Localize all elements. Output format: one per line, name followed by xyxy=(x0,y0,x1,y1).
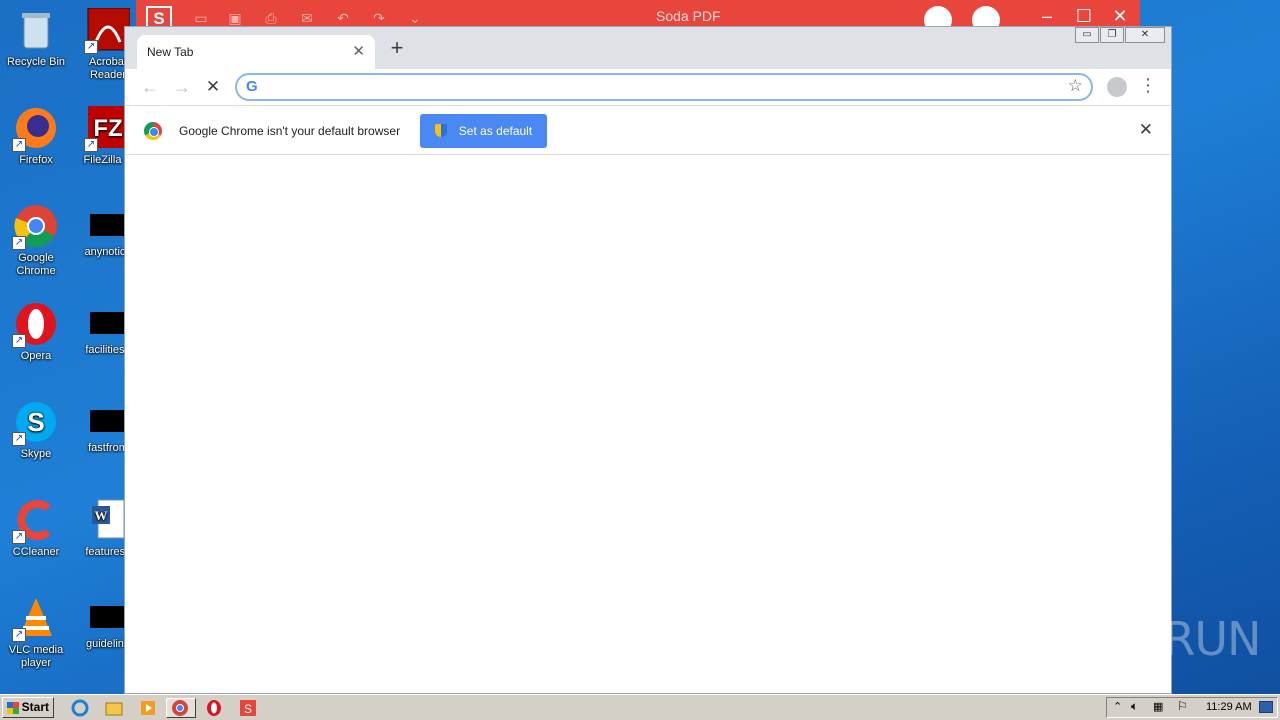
redacted-file-icon xyxy=(90,606,126,628)
taskbar-opera-icon[interactable] xyxy=(202,698,226,718)
svg-text:W: W xyxy=(95,508,108,523)
svg-text:S: S xyxy=(244,702,252,716)
tab-close-icon[interactable]: ✕ xyxy=(352,42,365,60)
save-icon[interactable]: ▣ xyxy=(226,10,244,26)
undo-icon[interactable]: ↶ xyxy=(334,10,352,26)
infobar-close-icon[interactable]: ✕ xyxy=(1139,120,1153,140)
chrome-menu-icon[interactable]: ⋮ xyxy=(1139,75,1157,96)
internet-explorer-icon[interactable] xyxy=(68,698,92,718)
shortcut-arrow-icon: ↗ xyxy=(12,628,26,642)
vlc-icon: ↗ xyxy=(12,596,58,642)
set-as-default-button[interactable]: Set as default xyxy=(420,114,547,148)
set-as-default-label: Set as default xyxy=(458,124,533,138)
file-explorer-icon[interactable] xyxy=(102,698,126,718)
shortcut-arrow-icon: ↗ xyxy=(12,138,26,152)
shortcut-arrow-icon: ↗ xyxy=(84,40,98,54)
ccleaner-icon: ↗ xyxy=(12,498,58,544)
email-icon[interactable]: ✉ xyxy=(298,10,316,26)
open-folder-icon[interactable]: ▭ xyxy=(192,10,210,26)
redacted-file-icon xyxy=(90,214,126,236)
show-desktop-icon[interactable] xyxy=(1259,701,1273,713)
taskbar-chrome-icon[interactable] xyxy=(166,698,196,718)
minimize-button[interactable]: – xyxy=(1034,6,1060,27)
chevron-down-icon[interactable]: ⌄ xyxy=(406,10,424,26)
stop-loading-button[interactable]: ✕ xyxy=(201,75,225,99)
tab-new-tab[interactable]: New Tab ✕ xyxy=(137,35,375,69)
anyrun-watermark: ANY▷RUN xyxy=(1038,612,1261,666)
shortcut-arrow-icon: ↗ xyxy=(12,236,26,250)
chrome-window: New Tab ✕ + ▭ ❐ ✕ ← → ✕ G ☆ ⋮ Google Chr… xyxy=(124,26,1172,694)
tab-strip: New Tab ✕ + ▭ ❐ ✕ xyxy=(125,27,1171,69)
clock[interactable]: 11:29 AM xyxy=(1206,701,1252,713)
desktop-icon-label: Recycle Bin xyxy=(6,56,66,68)
profile-avatar-icon[interactable] xyxy=(1107,77,1127,97)
browser-toolbar: ← → ✕ G ☆ ⋮ xyxy=(125,69,1171,105)
skype-icon: S ↗ xyxy=(12,400,58,446)
volume-icon[interactable]: 🔈︎ xyxy=(1131,699,1138,714)
media-player-icon[interactable] xyxy=(136,698,160,718)
window-title: Soda PDF xyxy=(656,8,721,24)
chrome-icon: ↗ xyxy=(12,204,58,250)
close-button[interactable]: ✕ xyxy=(1107,6,1133,27)
new-tab-button[interactable]: + xyxy=(387,37,407,59)
desktop-icon-label: Opera xyxy=(20,350,52,362)
desktop-icon-label: Skype xyxy=(20,448,52,460)
start-button[interactable]: Start xyxy=(2,697,54,718)
show-hidden-icons-icon[interactable]: ⌃ xyxy=(1113,700,1122,713)
default-browser-infobar: Google Chrome isn't your default browser… xyxy=(125,105,1171,155)
system-tray: ⌃ 🔈︎ ▦ ⚐ 11:29 AM xyxy=(1106,697,1278,718)
bookmark-star-icon[interactable]: ☆ xyxy=(1068,76,1083,96)
desktop-icon-label: CCleaner xyxy=(12,546,60,558)
shortcut-arrow-icon: ↗ xyxy=(12,432,26,446)
desktop-icon-firefox[interactable]: ↗ Firefox xyxy=(0,106,72,167)
shortcut-arrow-icon: ↗ xyxy=(12,334,26,348)
desktop-icon-label: Google Chrome xyxy=(16,252,56,277)
google-g-icon: G xyxy=(246,78,258,95)
redacted-file-icon xyxy=(90,410,126,432)
minimize-button[interactable]: ▭ xyxy=(1075,27,1099,43)
print-icon[interactable]: ⎙ xyxy=(262,10,280,26)
tab-label: New Tab xyxy=(147,45,194,59)
taskbar: Start S ⌃ 🔈︎ ▦ ⚐ 11:29 AM xyxy=(0,694,1280,720)
desktop-icon-vlc[interactable]: ↗ VLC media player xyxy=(0,596,72,670)
taskbar-soda-pdf-icon[interactable]: S xyxy=(234,698,264,718)
desktop-icon-recycle-bin[interactable]: Recycle Bin xyxy=(0,8,72,69)
opera-icon: ↗ xyxy=(12,302,58,348)
network-icon[interactable]: ▦ xyxy=(1153,700,1163,713)
page-content xyxy=(125,156,1171,693)
recycle-bin-icon xyxy=(14,8,58,52)
firefox-icon: ↗ xyxy=(12,106,58,152)
desktop-icon-skype[interactable]: S ↗ Skype xyxy=(0,400,72,461)
maximize-button[interactable]: ☐ xyxy=(1071,6,1097,27)
restore-button[interactable]: ❐ xyxy=(1100,27,1124,43)
forward-button[interactable]: → xyxy=(170,75,194,99)
desktop-icon-ccleaner[interactable]: ↗ CCleaner xyxy=(0,498,72,559)
desktop-icon-opera[interactable]: ↗ Opera xyxy=(0,302,72,363)
uac-shield-icon xyxy=(434,124,447,137)
address-bar[interactable]: G ☆ xyxy=(235,73,1093,101)
redo-icon[interactable]: ↷ xyxy=(370,10,388,26)
shortcut-arrow-icon: ↗ xyxy=(84,138,98,152)
back-button[interactable]: ← xyxy=(138,75,162,99)
redacted-file-icon xyxy=(90,312,126,334)
close-button[interactable]: ✕ xyxy=(1125,27,1165,43)
svg-text:S: S xyxy=(27,407,44,437)
action-center-flag-icon[interactable]: ⚐ xyxy=(1177,699,1188,713)
infobar-message: Google Chrome isn't your default browser xyxy=(179,124,401,138)
desktop-icon-label: Firefox xyxy=(19,154,53,166)
shortcut-arrow-icon: ↗ xyxy=(12,530,26,544)
address-input[interactable] xyxy=(267,78,1047,96)
desktop-icon-label: VLC media player xyxy=(8,644,64,669)
desktop-icon-google-chrome[interactable]: ↗ Google Chrome xyxy=(0,204,72,278)
chrome-logo-icon xyxy=(144,122,162,140)
